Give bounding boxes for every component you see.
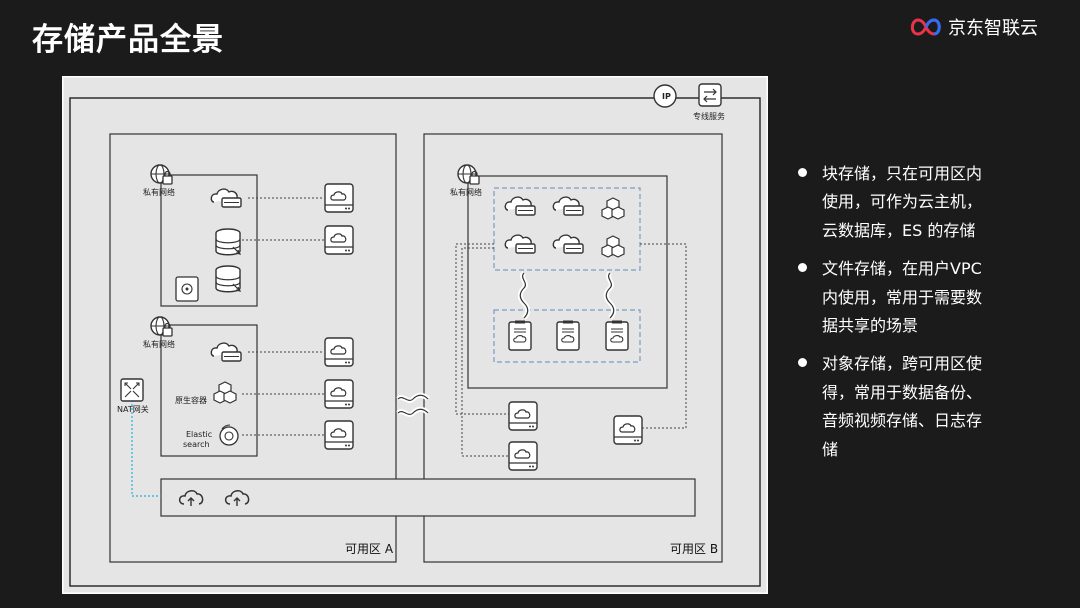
vpc-b-label: 私有网络 xyxy=(450,188,482,197)
vpc-2-label: 私有网络 xyxy=(143,340,175,349)
storage-architecture-diagram: IP 专线服务 私有网络 私有网络 NAT网关 原生容器 Elastic sea… xyxy=(62,76,768,594)
brand-logo: 京东智联云 xyxy=(908,13,1038,41)
bullet-list: 块存储，只在可用区内使用，可作为云主机，云数据库，ES 的存储 文件存储，在用户… xyxy=(796,160,992,474)
hdd-icon xyxy=(175,276,199,302)
object-storage-bar xyxy=(160,478,696,517)
bullet-block-storage: 块存储，只在可用区内使用，可作为云主机，云数据库，ES 的存储 xyxy=(796,160,992,245)
bullet-text: 块存储，只在可用区内使用，可作为云主机，云数据库，ES 的存储 xyxy=(822,164,983,240)
bullet-object-storage: 对象存储，跨可用区使得，常用于数据备份、音频视频存储、日志存储 xyxy=(796,350,992,464)
page-title: 存储产品全景 xyxy=(32,22,224,58)
bullet-text: 对象存储，跨可用区使得，常用于数据备份、音频视频存储、日志存储 xyxy=(822,354,983,459)
bullet-text: 文件存储，在用户VPC 内使用，常用于需要数据共享的场景 xyxy=(822,259,983,336)
bullet-file-storage: 文件存储，在用户VPC 内使用，常用于需要数据共享的场景 xyxy=(796,255,992,340)
nat-gateway-label: NAT网关 xyxy=(117,405,149,414)
vpc-1-label: 私有网络 xyxy=(143,188,175,197)
dedicated-line-label: 专线服务 xyxy=(693,112,725,121)
zone-b-label: 可用区 B xyxy=(670,542,719,556)
jd-cloud-logo-icon xyxy=(910,18,941,36)
elastic-label-1: Elastic xyxy=(186,430,213,439)
nat-gateway-icon xyxy=(120,378,144,402)
native-container-label: 原生容器 xyxy=(175,396,207,405)
bullet-dot xyxy=(798,358,807,368)
zone-a-label: 可用区 A xyxy=(345,542,394,556)
dedicated-line-icon xyxy=(698,83,722,107)
bullet-dot xyxy=(798,168,807,177)
brand-name: 京东智联云 xyxy=(948,18,1038,39)
bullet-dot xyxy=(798,263,807,273)
ip-icon-text: IP xyxy=(662,92,671,101)
elastic-label-2: search xyxy=(183,440,210,449)
